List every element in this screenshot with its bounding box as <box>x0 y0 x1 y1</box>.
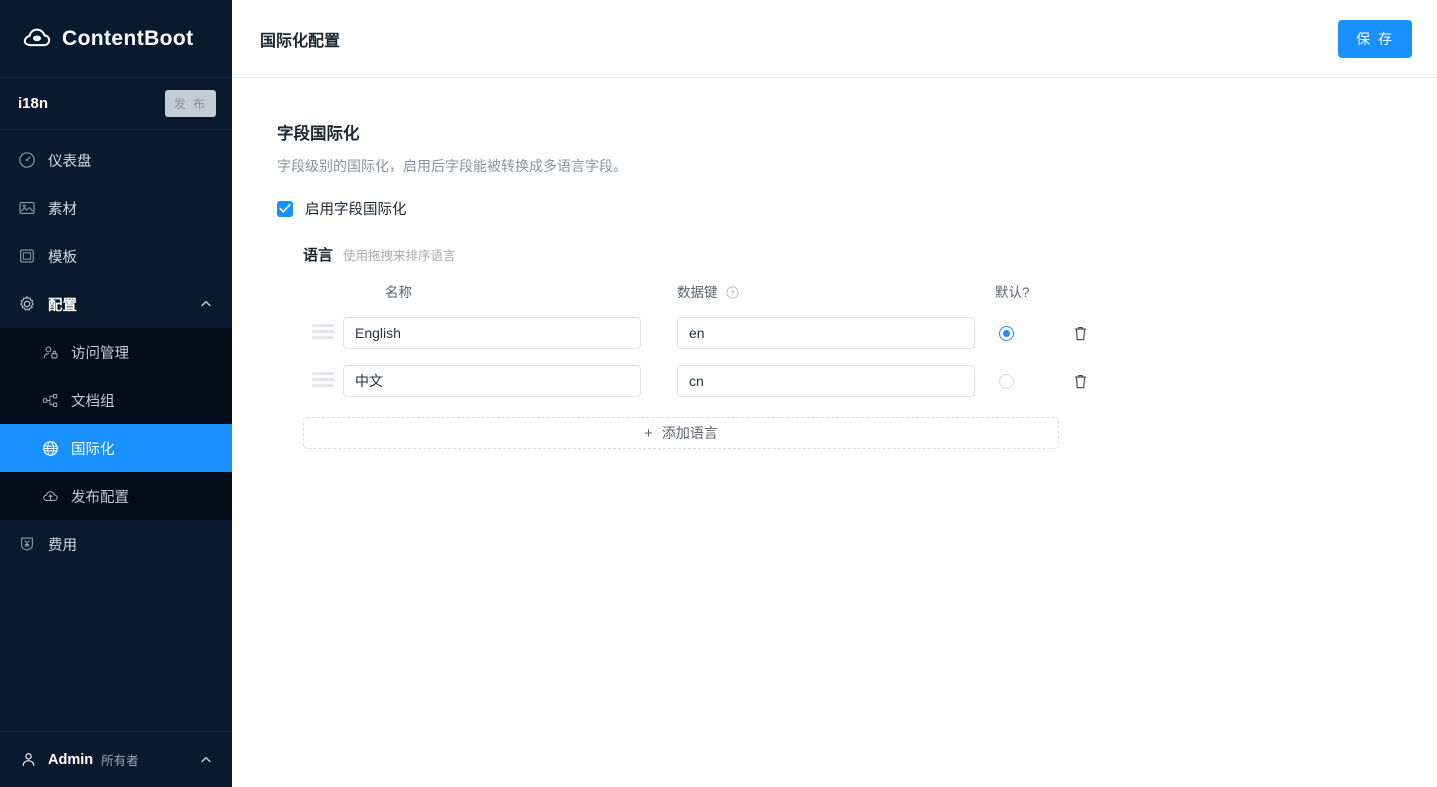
column-header-handle <box>303 281 343 309</box>
app-root: ContentBoot i18n 发 布 仪表盘 素材 模板 配置 访问管理 文… <box>0 0 1437 787</box>
language-group-hint: 使用拖拽来排序语言 <box>343 249 456 263</box>
topbar: 国际化配置 保 存 <box>232 0 1437 78</box>
sidebar-item-assets[interactable]: 素材 <box>0 184 232 232</box>
section-title: 字段国际化 <box>277 125 360 143</box>
row-drag-cell <box>303 309 343 357</box>
row-default-cell <box>995 357 1073 405</box>
content-panel: 字段国际化 字段级别的国际化，启用后字段能被转换成多语言字段。 启用字段国际化 … <box>232 78 1437 787</box>
project-row: i18n 发 布 <box>0 78 232 130</box>
sidebar-item-templates[interactable]: 模板 <box>0 232 232 280</box>
chevron-up-icon <box>201 300 211 307</box>
sidebar-item-access-management[interactable]: 访问管理 <box>0 328 232 376</box>
image-icon <box>19 202 35 214</box>
svg-text:?: ? <box>731 289 735 298</box>
language-name-input[interactable] <box>343 317 641 349</box>
sidebar-item-label: 配置 <box>48 297 77 314</box>
sidebar-item-i18n[interactable]: 国际化 <box>0 424 232 472</box>
sidebar-item-label: 发布配置 <box>71 489 129 506</box>
project-name: i18n <box>18 95 49 112</box>
section-description: 字段级别的国际化，启用后字段能被转换成多语言字段。 <box>277 158 627 174</box>
row-drag-cell <box>303 357 343 405</box>
cloud-icon <box>23 28 51 46</box>
default-language-radio[interactable] <box>999 325 1014 341</box>
chevron-up-icon <box>201 756 211 762</box>
add-language-label: 添加语言 <box>661 425 718 441</box>
sidebar-item-dashboard[interactable]: 仪表盘 <box>0 136 232 184</box>
cloud-upload-icon <box>43 490 58 501</box>
gear-icon <box>20 295 34 311</box>
save-button[interactable]: 保 存 <box>1338 19 1412 58</box>
user-menu[interactable]: Admin 所有者 <box>0 731 232 787</box>
question-circle-icon[interactable]: ? <box>726 286 739 299</box>
brand-name: ContentBoot <box>62 26 194 50</box>
brand-header[interactable]: ContentBoot <box>0 0 232 78</box>
sidebar-item-label: 费用 <box>48 537 77 554</box>
add-language-button[interactable]: + 添加语言 <box>303 417 1059 449</box>
row-spacer <box>661 309 677 357</box>
sidebar-item-label: 访问管理 <box>71 345 129 362</box>
row-delete-cell <box>1073 357 1133 405</box>
publish-button[interactable]: 发 布 <box>164 90 216 117</box>
drag-handle-icon[interactable] <box>312 372 334 390</box>
row-name-cell <box>343 309 661 357</box>
language-key-input[interactable] <box>677 365 975 397</box>
language-group-title: 语言 <box>303 247 334 264</box>
user-icon <box>22 753 35 767</box>
template-icon <box>20 249 34 263</box>
language-group: 语言 使用拖拽来排序语言 名称 数据键 ? 默认? English en 中文 … <box>277 244 1437 449</box>
sidebar-item-billing[interactable]: 费用 <box>0 520 232 568</box>
column-header-name: 名称 <box>385 285 412 300</box>
language-table-body <box>303 309 1133 405</box>
main-area: 国际化配置 保 存 字段国际化 字段级别的国际化，启用后字段能被转换成多语言字段… <box>232 0 1437 787</box>
column-spacer <box>661 281 677 309</box>
enable-field-i18n-checkbox[interactable] <box>277 200 293 217</box>
user-lock-icon <box>43 345 58 358</box>
globe-icon <box>43 440 58 456</box>
table-row <box>303 357 1133 405</box>
row-key-cell <box>677 357 995 405</box>
drag-handle-icon[interactable] <box>312 324 334 342</box>
row-name-cell <box>343 357 661 405</box>
table-header-row: 名称 数据键 ? 默认? <box>303 281 1133 309</box>
sidebar-submenu-config: 访问管理 文档组 国际化 发布配置 <box>0 328 232 520</box>
sidebar-item-label: 仪表盘 <box>48 153 92 170</box>
sidebar-item-publish-config[interactable]: 发布配置 <box>0 472 232 520</box>
sidebar-item-label: 素材 <box>48 201 77 218</box>
sidebar-nav: 仪表盘 素材 模板 配置 访问管理 文档组 国际化 发布配置 费用 <box>0 130 232 731</box>
plus-icon: + <box>644 424 653 442</box>
node-tree-icon <box>42 393 58 407</box>
trash-icon[interactable] <box>1073 373 1088 390</box>
sidebar-item-label: 文档组 <box>71 393 115 410</box>
row-default-cell <box>995 309 1073 357</box>
language-table-head: 名称 数据键 ? 默认? <box>303 281 1133 309</box>
gauge-icon <box>19 152 35 168</box>
enable-field-i18n-label: 启用字段国际化 <box>305 202 407 218</box>
page-title: 国际化配置 <box>260 32 341 50</box>
money-shield-icon <box>21 537 33 551</box>
row-delete-cell <box>1073 309 1133 357</box>
language-name-input[interactable] <box>343 365 641 397</box>
column-header-delete <box>1073 281 1133 309</box>
sidebar: ContentBoot i18n 发 布 仪表盘 素材 模板 配置 访问管理 文… <box>0 0 232 787</box>
sidebar-item-document-group[interactable]: 文档组 <box>0 376 232 424</box>
language-table: 名称 数据键 ? 默认? <box>303 281 1133 405</box>
user-name: Admin <box>48 751 94 768</box>
row-key-cell <box>677 309 995 357</box>
user-role: 所有者 <box>101 754 139 768</box>
column-header-default: 默认? <box>995 285 1030 300</box>
language-key-input[interactable] <box>677 317 975 349</box>
row-spacer <box>661 357 677 405</box>
enable-field-i18n-row: 启用字段国际化 <box>277 198 1437 219</box>
sidebar-item-label: 模板 <box>48 249 77 266</box>
column-header-key-label: 数据键 <box>677 285 718 300</box>
language-group-header: 语言 使用拖拽来排序语言 <box>303 244 1437 265</box>
sidebar-item-config[interactable]: 配置 <box>0 280 232 328</box>
trash-icon[interactable] <box>1073 325 1088 342</box>
check-icon <box>279 203 291 213</box>
column-header-key: 数据键 ? <box>677 281 995 309</box>
default-language-radio[interactable] <box>999 373 1014 389</box>
table-row <box>303 309 1133 357</box>
sidebar-item-label: 国际化 <box>71 441 115 458</box>
